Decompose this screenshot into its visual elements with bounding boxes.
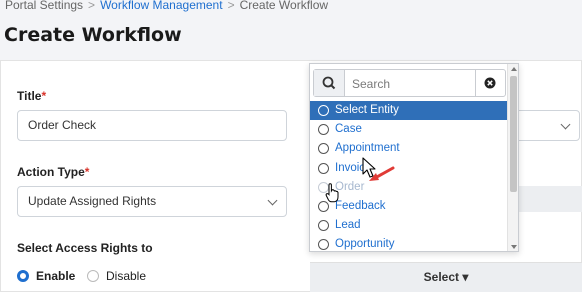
clear-search-icon[interactable] — [475, 70, 502, 96]
right-panel-field — [518, 186, 582, 212]
chevron-down-icon — [267, 195, 278, 206]
option-case[interactable]: Case — [310, 120, 507, 139]
option-appointment[interactable]: Appointment — [310, 139, 507, 158]
select-button[interactable]: Select ▾ — [310, 262, 582, 292]
search-input[interactable] — [352, 76, 462, 92]
option-radio — [318, 162, 329, 174]
option-invoice[interactable]: Invoice — [310, 159, 507, 178]
enable-label[interactable]: Enable — [36, 269, 75, 283]
breadcrumb-current: Create Workflow — [239, 0, 329, 12]
option-radio — [318, 143, 329, 155]
breadcrumb-separator: > — [88, 0, 96, 12]
action-type-select[interactable]: Update Assigned Rights — [17, 186, 287, 217]
action-type-value: Update Assigned Rights — [28, 194, 157, 208]
scrollbar-thumb[interactable] — [510, 76, 517, 192]
title-label: Title* — [17, 89, 47, 103]
option-opportunity[interactable]: Opportunity — [310, 235, 507, 251]
action-type-label: Action Type* — [17, 165, 90, 179]
enable-radio[interactable] — [17, 270, 29, 282]
title-input[interactable]: Order Check — [17, 110, 287, 141]
option-radio — [318, 239, 329, 251]
disable-label[interactable]: Disable — [106, 269, 146, 283]
breadcrumb-workflow-management[interactable]: Workflow Management — [100, 0, 223, 12]
hand-cursor-icon — [325, 183, 339, 203]
scroll-up-icon[interactable] — [511, 67, 517, 71]
breadcrumb: Portal Settings > Workflow Management > Crea… — [5, 0, 328, 12]
option-radio — [318, 105, 329, 116]
disable-radio[interactable] — [87, 270, 99, 282]
scroll-down-icon[interactable] — [511, 245, 517, 249]
option-radio — [318, 124, 329, 136]
annotation-arrow-icon — [369, 166, 395, 181]
chevron-down-icon — [560, 119, 571, 130]
required-mark: * — [84, 165, 90, 179]
access-rights-label: Select Access Rights to — [17, 241, 153, 255]
option-radio — [318, 220, 329, 232]
dropdown-scrollbar[interactable] — [507, 64, 518, 251]
page-title: Create Workflow — [4, 24, 182, 46]
entity-option-list: Select Entity Case Appointment Invoice O… — [310, 101, 507, 251]
entity-dropdown[interactable]: Select Entity Case Appointment Invoice O… — [309, 63, 519, 252]
title-input-value: Order Check — [28, 118, 97, 132]
required-mark: * — [41, 89, 47, 103]
option-lead[interactable]: Lead — [310, 216, 507, 235]
breadcrumb-separator: > — [227, 0, 235, 12]
search-box — [313, 69, 506, 97]
breadcrumb-root[interactable]: Portal Settings — [5, 0, 83, 12]
search-icon — [314, 70, 345, 96]
option-select-entity[interactable]: Select Entity — [310, 101, 507, 121]
